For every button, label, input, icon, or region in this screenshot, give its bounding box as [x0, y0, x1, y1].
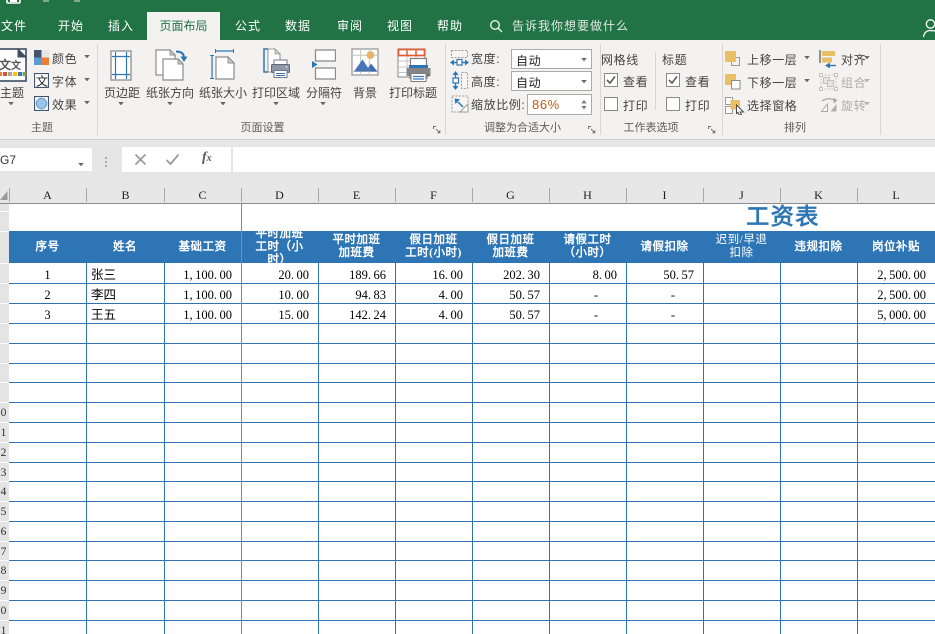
- svg-text:文: 文: [36, 74, 48, 89]
